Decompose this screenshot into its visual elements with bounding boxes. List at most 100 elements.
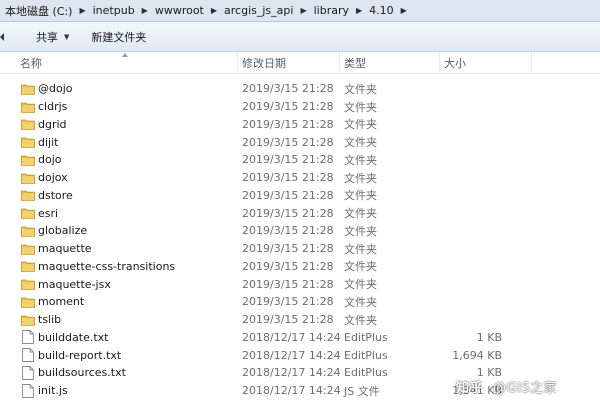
file-modified-date: 2019/3/15 21:28 [242,206,334,220]
column-header-type[interactable]: 类型 [340,52,440,74]
file-modified-date: 2019/3/15 21:28 [242,259,334,273]
file-modified-date: 2019/3/15 21:28 [242,171,334,185]
breadcrumb-item[interactable]: 本地磁盘 (C:) ▶ [2,2,90,20]
file-row[interactable]: dojox 2019/3/15 21:28 文件夹 [0,169,600,187]
folder-icon [20,98,36,116]
folder-icon [20,133,36,151]
file-name: build-report.txt [38,348,122,362]
file-modified-date: 2018/12/17 14:24 [242,330,341,344]
new-folder-button[interactable]: 新建文件夹 [83,26,154,48]
file-modified-date: 2019/3/15 21:28 [242,117,334,131]
breadcrumb-separator-icon[interactable]: ▶ [207,6,221,15]
breadcrumb-separator-icon[interactable]: ▶ [138,6,152,15]
breadcrumb-label: inetpub [92,4,135,17]
watermark-brand: 知乎 [456,380,484,396]
file-size [440,222,502,240]
folder-icon [20,151,36,169]
column-name-label: 名称 [20,57,42,70]
file-name: builddate.txt [38,330,109,344]
file-size [440,151,502,169]
breadcrumb-separator-icon[interactable]: ▶ [296,6,310,15]
address-bar[interactable]: 本地磁盘 (C:) ▶ inetpub ▶ wwwroot ▶ arcgis_js_api ▶… [0,0,600,22]
file-type: JS 文件 [344,384,380,398]
file-type: 文件夹 [344,100,377,114]
breadcrumb-separator-icon[interactable]: ▶ [397,6,411,15]
file-name: dojox [38,171,68,185]
file-row[interactable]: dgrid 2019/3/15 21:28 文件夹 [0,116,600,134]
file-size [440,275,502,293]
file-modified-date: 2019/3/15 21:28 [242,82,334,96]
file-row[interactable]: builddate.txt 2018/12/17 14:24 EditPlus 1 K… [0,329,600,347]
file-row[interactable]: cldrjs 2019/3/15 21:28 文件夹 [0,98,600,116]
file-size [440,311,502,329]
file-row[interactable]: build-report.txt 2018/12/17 14:24 EditPlus… [0,346,600,364]
file-row[interactable]: dojo 2019/3/15 21:28 文件夹 [0,151,600,169]
file-row[interactable]: moment 2019/3/15 21:28 文件夹 [0,293,600,311]
file-row[interactable]: dstore 2019/3/15 21:28 文件夹 [0,187,600,205]
file-row[interactable]: dijit 2019/3/15 21:28 文件夹 [0,133,600,151]
column-header-date[interactable]: 修改日期 [238,52,340,74]
file-icon [20,329,36,347]
file-icon [20,364,36,382]
watermark: 知乎 @GIS之家 [456,375,557,397]
file-type: 文件夹 [344,171,377,185]
file-row[interactable]: maquette 2019/3/15 21:28 文件夹 [0,240,600,258]
file-size: 1 KB [476,330,502,344]
file-row[interactable]: globalize 2019/3/15 21:28 文件夹 [0,222,600,240]
breadcrumb-label: wwwroot [154,4,204,17]
file-size [440,169,502,187]
file-row[interactable]: esri 2019/3/15 21:28 文件夹 [0,204,600,222]
breadcrumb-item[interactable]: 4.10 ▶ [366,2,411,20]
breadcrumb-separator-icon[interactable]: ▶ [75,6,89,15]
file-type: 文件夹 [344,207,377,221]
toolbar-scroll-left-icon[interactable] [0,26,8,48]
file-size [440,293,502,311]
file-type: 文件夹 [344,260,377,274]
file-type: 文件夹 [344,82,377,96]
file-name: buildsources.txt [38,366,126,380]
file-size [440,204,502,222]
file-modified-date: 2019/3/15 21:28 [242,135,334,149]
breadcrumb-item[interactable]: wwwroot ▶ [152,2,221,20]
folder-icon [20,222,36,240]
file-name: globalize [38,224,88,238]
file-list: @dojo 2019/3/15 21:28 文件夹 cldrjs 2019/3/15 2… [0,80,600,400]
breadcrumb-item[interactable]: inetpub ▶ [90,2,152,20]
folder-icon [20,275,36,293]
file-size [440,133,502,151]
file-modified-date: 2019/3/15 21:28 [242,224,334,238]
file-type: 文件夹 [344,153,377,167]
file-type: EditPlus [344,366,388,380]
file-row[interactable]: maquette-css-transitions 2019/3/15 21:28 文… [0,258,600,276]
file-size [440,80,502,98]
file-row[interactable]: maquette-jsx 2019/3/15 21:28 文件夹 [0,275,600,293]
column-header-row: 名称 修改日期 类型 大小 [0,52,600,74]
file-modified-date: 2019/3/15 21:28 [242,153,334,167]
file-size: 1,694 KB [452,348,502,362]
breadcrumb-label: 4.10 [369,4,394,17]
file-icon [20,382,36,400]
sort-ascending-icon [122,53,128,57]
file-name: dgrid [38,117,67,131]
file-type: 文件夹 [344,118,377,132]
folder-icon [20,311,36,329]
file-size [440,98,502,116]
file-size [440,116,502,134]
file-name: moment [38,295,85,309]
breadcrumb-separator-icon[interactable]: ▶ [352,6,366,15]
folder-icon [20,80,36,98]
file-row[interactable]: @dojo 2019/3/15 21:28 文件夹 [0,80,600,98]
breadcrumb-item[interactable]: library ▶ [311,2,367,20]
file-type: EditPlus [344,348,388,362]
breadcrumb-item[interactable]: arcgis_js_api ▶ [221,2,311,20]
folder-icon [20,293,36,311]
file-size [440,258,502,276]
file-name: maquette [38,242,92,256]
share-button[interactable]: 共享 ▼ [28,26,77,48]
folder-icon [20,258,36,276]
file-modified-date: 2019/3/15 21:28 [242,295,334,309]
file-name: dstore [38,188,73,202]
column-header-size[interactable]: 大小 [440,52,532,74]
file-row[interactable]: tslib 2019/3/15 21:28 文件夹 [0,311,600,329]
file-size [440,240,502,258]
